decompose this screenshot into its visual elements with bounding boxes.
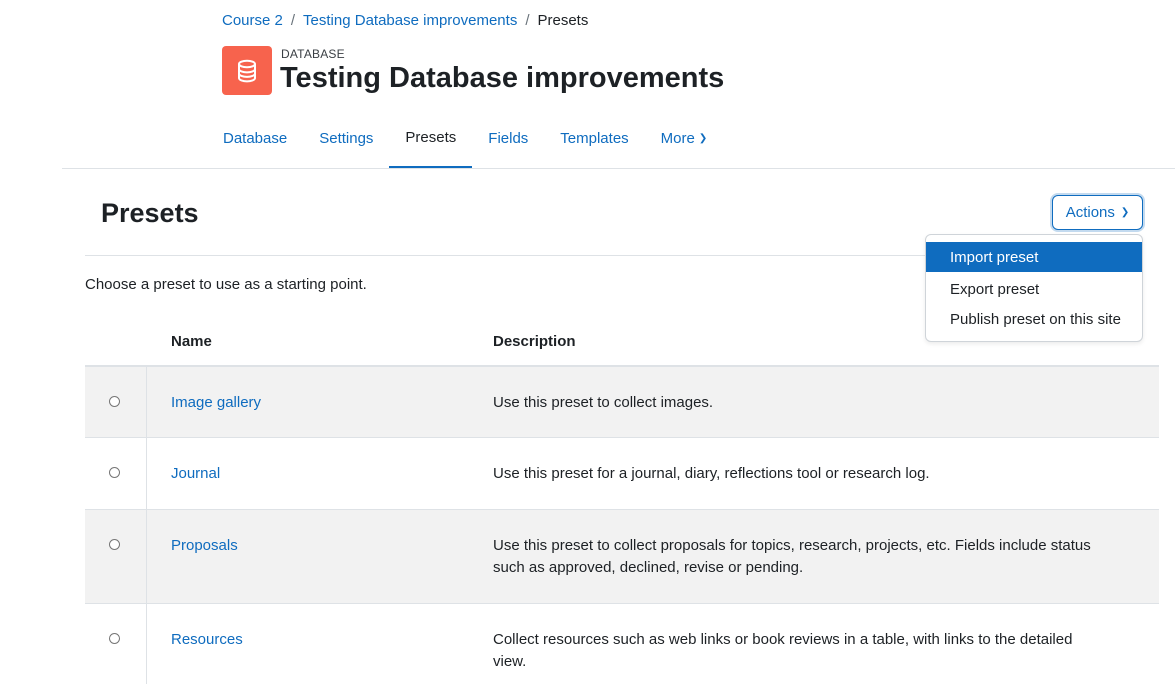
breadcrumb-current: Presets [537,12,589,29]
breadcrumb-database-link[interactable]: Testing Database improvements [303,12,517,29]
tab-settings[interactable]: Settings [303,120,389,169]
preset-radio[interactable] [109,633,120,644]
actions-button-label: Actions [1065,204,1115,221]
preset-name-link[interactable]: Journal [171,465,220,482]
secondary-navigation: Database Settings Presets Fields Templat… [207,120,723,169]
menu-item-publish-preset[interactable]: Publish preset on this site [926,304,1142,334]
tab-database[interactable]: Database [207,120,303,169]
preset-description: Use this preset for a journal, diary, re… [493,465,930,482]
table-row: Journal Use this preset for a journal, d… [85,438,1159,510]
actions-button[interactable]: Actions ❯ [1052,195,1143,230]
menu-item-import-preset[interactable]: Import preset [926,242,1142,272]
menu-item-export-preset[interactable]: Export preset [926,274,1142,304]
nav-divider [62,168,1175,169]
preset-name-link[interactable]: Proposals [171,537,238,554]
breadcrumb-separator: / [290,12,296,29]
preset-name-link[interactable]: Image gallery [171,394,261,411]
preset-description: Use this preset to collect images. [493,394,714,411]
preset-radio[interactable] [109,539,120,550]
tab-presets[interactable]: Presets [389,120,473,169]
table-row: Resources Collect resources such as web … [85,604,1159,684]
presets-heading: Presets [101,198,199,228]
module-type-label: DATABASE [281,47,345,61]
preset-description: Collect resources such as web links or b… [493,631,1073,670]
table-row: Image gallery Use this preset to collect… [85,367,1159,438]
chevron-down-icon: ❯ [698,133,708,144]
breadcrumb: Course 2 / Testing Database improvements… [222,12,588,29]
chevron-down-icon: ❯ [1120,207,1130,218]
page-title: Testing Database improvements [280,62,725,94]
actions-dropdown-menu: Import preset Export preset Publish pres… [925,234,1143,342]
preset-name-link[interactable]: Resources [171,631,243,648]
tab-templates[interactable]: Templates [544,120,644,169]
tab-fields[interactable]: Fields [472,120,544,169]
intro-text: Choose a preset to use as a starting poi… [85,276,367,293]
column-divider [146,604,147,684]
preset-radio[interactable] [109,467,120,478]
column-divider [146,510,147,603]
preset-radio[interactable] [109,396,120,407]
heading-divider [85,255,925,256]
breadcrumb-course-link[interactable]: Course 2 [222,12,283,29]
preset-description: Use this preset to collect proposals for… [493,537,1091,576]
tab-more-label: More [660,130,695,147]
column-header-name: Name [171,333,212,350]
table-row: Proposals Use this preset to collect pro… [85,510,1159,604]
breadcrumb-separator: / [525,12,530,29]
column-header-description: Description [493,333,576,350]
column-divider [146,438,147,509]
database-icon [222,46,272,95]
tab-more[interactable]: More ❯ [645,120,724,169]
column-divider [146,367,147,437]
